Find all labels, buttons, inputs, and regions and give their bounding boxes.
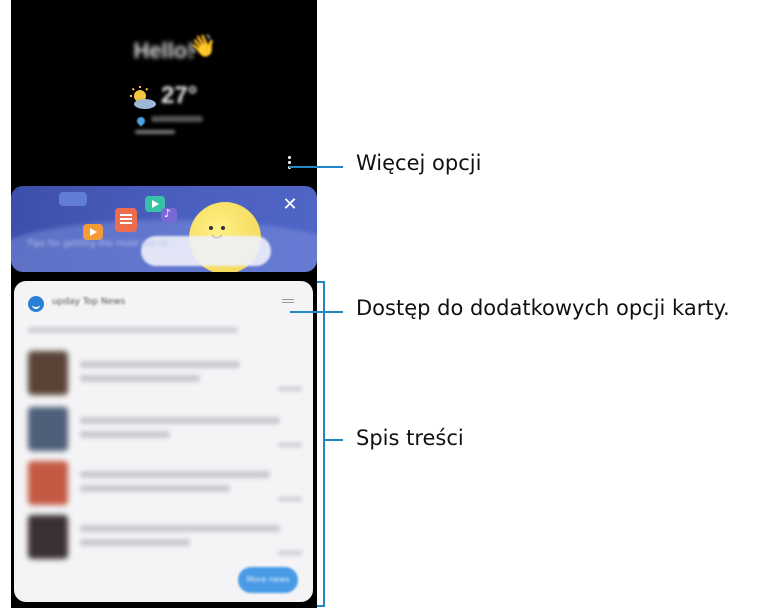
news-headline: [80, 431, 170, 438]
video-icon: [83, 224, 103, 240]
phone-screen: Hello! 👋 27° Tips for getting the most o…: [11, 0, 317, 608]
news-headline: [80, 361, 240, 368]
document-icon: [115, 208, 137, 232]
news-thumbnail: [28, 407, 68, 451]
callout-content-list: Spis treści: [356, 426, 464, 450]
news-headline: [80, 525, 280, 532]
upday-logo-icon: [28, 296, 44, 312]
location-text: [151, 116, 203, 122]
sun-mascot-eye: [221, 226, 225, 230]
news-thumbnail: [28, 351, 68, 395]
partly-sunny-icon: [130, 86, 156, 109]
news-header-line: [28, 327, 238, 333]
weather-widget[interactable]: 27°: [129, 82, 249, 114]
banner-decoration-tile: [59, 192, 87, 206]
waving-hand-icon: 👋: [189, 34, 217, 59]
sun-mascot-eye: [209, 226, 213, 230]
callout-line: [323, 439, 343, 441]
music-note-icon: [161, 207, 177, 222]
banner-text: Tips for getting the most out of...: [27, 239, 176, 249]
news-headline: [80, 375, 200, 382]
location-pin-icon: [135, 115, 147, 127]
news-thumbnail: [28, 461, 68, 505]
news-headline: [80, 485, 230, 492]
news-thumbnail: [28, 515, 68, 559]
news-headline: [80, 417, 280, 424]
tips-banner[interactable]: Tips for getting the most out of... ✕: [11, 186, 317, 272]
card-menu-icon[interactable]: [282, 299, 294, 305]
callout-more-options: Więcej opcji: [356, 151, 482, 175]
more-news-button[interactable]: More news: [238, 567, 298, 593]
callout-line: [289, 166, 343, 168]
news-source: [278, 551, 302, 555]
news-headline: [80, 539, 190, 546]
weather-update-text: [135, 130, 175, 134]
news-source: [278, 387, 302, 391]
card-title: upday Top News: [52, 297, 126, 307]
list-item[interactable]: [28, 461, 302, 517]
list-item[interactable]: [28, 407, 302, 463]
news-headline: [80, 471, 270, 478]
news-card[interactable]: upday Top News More news: [14, 281, 313, 602]
temperature-value: 27°: [161, 82, 198, 109]
news-source: [278, 497, 302, 501]
content-bracket: [317, 281, 325, 607]
news-source: [278, 443, 302, 447]
callout-card-options: Dostęp do dodatkowych opcji karty.: [356, 296, 730, 320]
list-item[interactable]: [28, 351, 302, 407]
greeting-text: Hello!: [133, 38, 195, 63]
close-icon[interactable]: ✕: [279, 194, 301, 216]
list-item[interactable]: [28, 515, 302, 571]
